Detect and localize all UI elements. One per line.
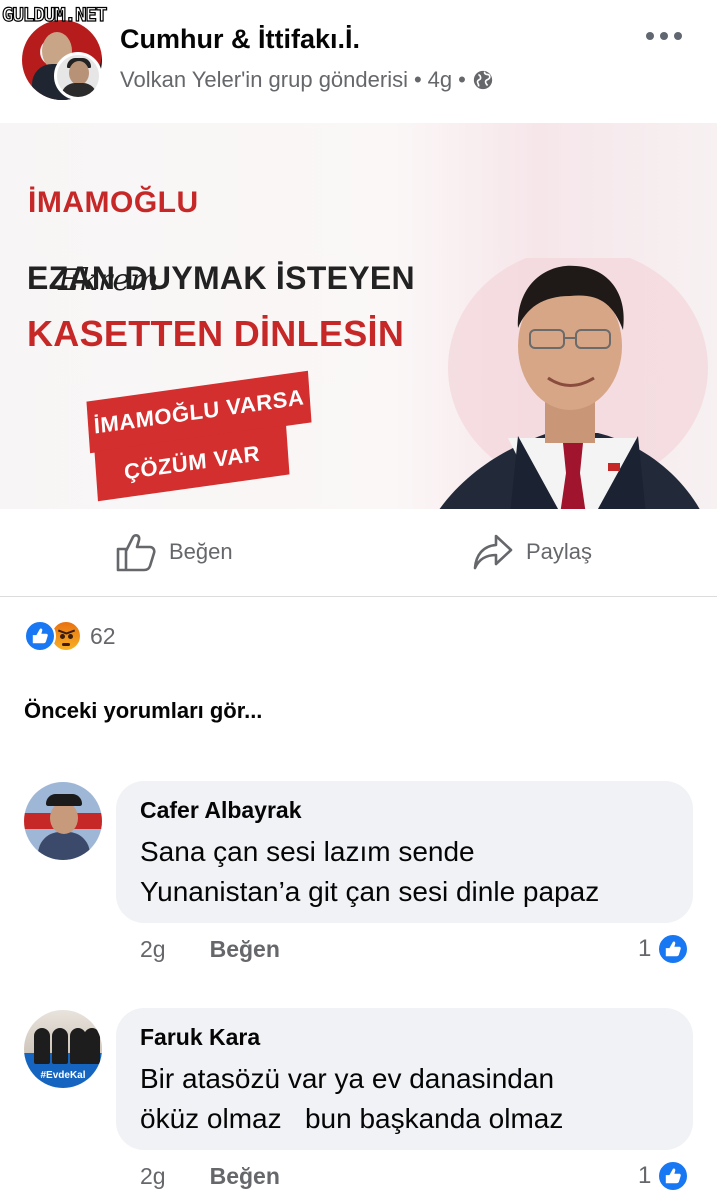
comment-author[interactable]: Faruk Kara bbox=[140, 1024, 669, 1051]
post-author-line[interactable]: Volkan Yeler'in grup gönderisi bbox=[120, 67, 408, 93]
politician-photo bbox=[439, 258, 708, 509]
post-header: Cumhur & İttifakı.İ. Volkan Yeler'in gru… bbox=[0, 0, 717, 122]
comment-author[interactable]: Cafer Albayrak bbox=[140, 797, 669, 824]
globe-icon bbox=[473, 70, 493, 90]
comment-like-number: 1 bbox=[638, 935, 652, 962]
comment-bubble: Cafer Albayrak Sana çan sesi lazım sende… bbox=[116, 781, 693, 923]
poster-headline-1: EZAN DUYMAK İSTEYEN bbox=[27, 260, 415, 296]
comment-like-count[interactable]: 1 bbox=[638, 1160, 690, 1192]
comment-text-line: öküz olmaz bun başkanda olmaz bbox=[140, 1103, 564, 1134]
comment-bubble: Faruk Kara Bir atasözü var ya ev danasin… bbox=[116, 1008, 693, 1150]
comment-like-button[interactable]: Beğen bbox=[210, 936, 280, 963]
like-reaction-icon bbox=[24, 620, 56, 652]
like-reaction-icon bbox=[657, 933, 690, 965]
like-reaction-icon bbox=[657, 1160, 690, 1192]
post-subtitle: Volkan Yeler'in grup gönderisi • 4g • bbox=[120, 67, 494, 93]
comment-time[interactable]: 2g bbox=[140, 936, 166, 963]
like-label: Beğen bbox=[169, 539, 233, 564]
comment-avatar[interactable] bbox=[24, 782, 102, 860]
thumbs-up-icon bbox=[116, 534, 156, 572]
share-button[interactable]: Paylaş bbox=[472, 531, 592, 573]
comment-text-line: Yunanistan’a git çan sesi dinle papaz bbox=[140, 876, 600, 907]
share-label: Paylaş bbox=[526, 539, 593, 564]
reaction-count: 62 bbox=[90, 622, 116, 649]
comment-meta: 2g Beğen bbox=[140, 936, 280, 963]
like-button[interactable]: Beğen bbox=[115, 531, 233, 573]
comment-like-count[interactable]: 1 bbox=[638, 933, 690, 965]
watermark: GULDUM.NET bbox=[1, 3, 108, 26]
poster-headline-2: KASETTEN DİNLESİN bbox=[27, 313, 405, 354]
poster-surname: İMAMOĞLU bbox=[28, 186, 199, 219]
poster-ribbon-2-text: ÇÖZÜM VAR bbox=[123, 440, 261, 485]
comment-like-number: 1 bbox=[638, 1162, 652, 1189]
author-avatar[interactable] bbox=[54, 52, 102, 100]
reaction-summary[interactable]: 62 bbox=[24, 620, 116, 652]
comment-text-line: Sana çan sesi lazım sende bbox=[140, 836, 475, 867]
comment-like-button[interactable]: Beğen bbox=[210, 1163, 280, 1190]
comment-text-line: Bir atasözü var ya ev danasindan bbox=[140, 1063, 555, 1094]
group-name[interactable]: Cumhur & İttifakı.İ. bbox=[120, 24, 360, 55]
share-arrow-icon bbox=[473, 534, 513, 570]
comment-avatar[interactable]: #EvdeKal bbox=[24, 1010, 102, 1088]
separator: • bbox=[413, 67, 422, 92]
view-previous-comments-link[interactable]: Önceki yorumları gör... bbox=[24, 698, 262, 724]
avatar-tag-text: #EvdeKal bbox=[40, 1070, 86, 1081]
more-horizontal-icon[interactable] bbox=[644, 26, 684, 46]
post-action-bar: Beğen Paylaş bbox=[0, 509, 717, 597]
comment-time[interactable]: 2g bbox=[140, 1163, 166, 1190]
post-time[interactable]: 4g bbox=[428, 67, 452, 93]
comment-meta: 2g Beğen bbox=[140, 1163, 280, 1190]
separator: • bbox=[458, 67, 466, 92]
